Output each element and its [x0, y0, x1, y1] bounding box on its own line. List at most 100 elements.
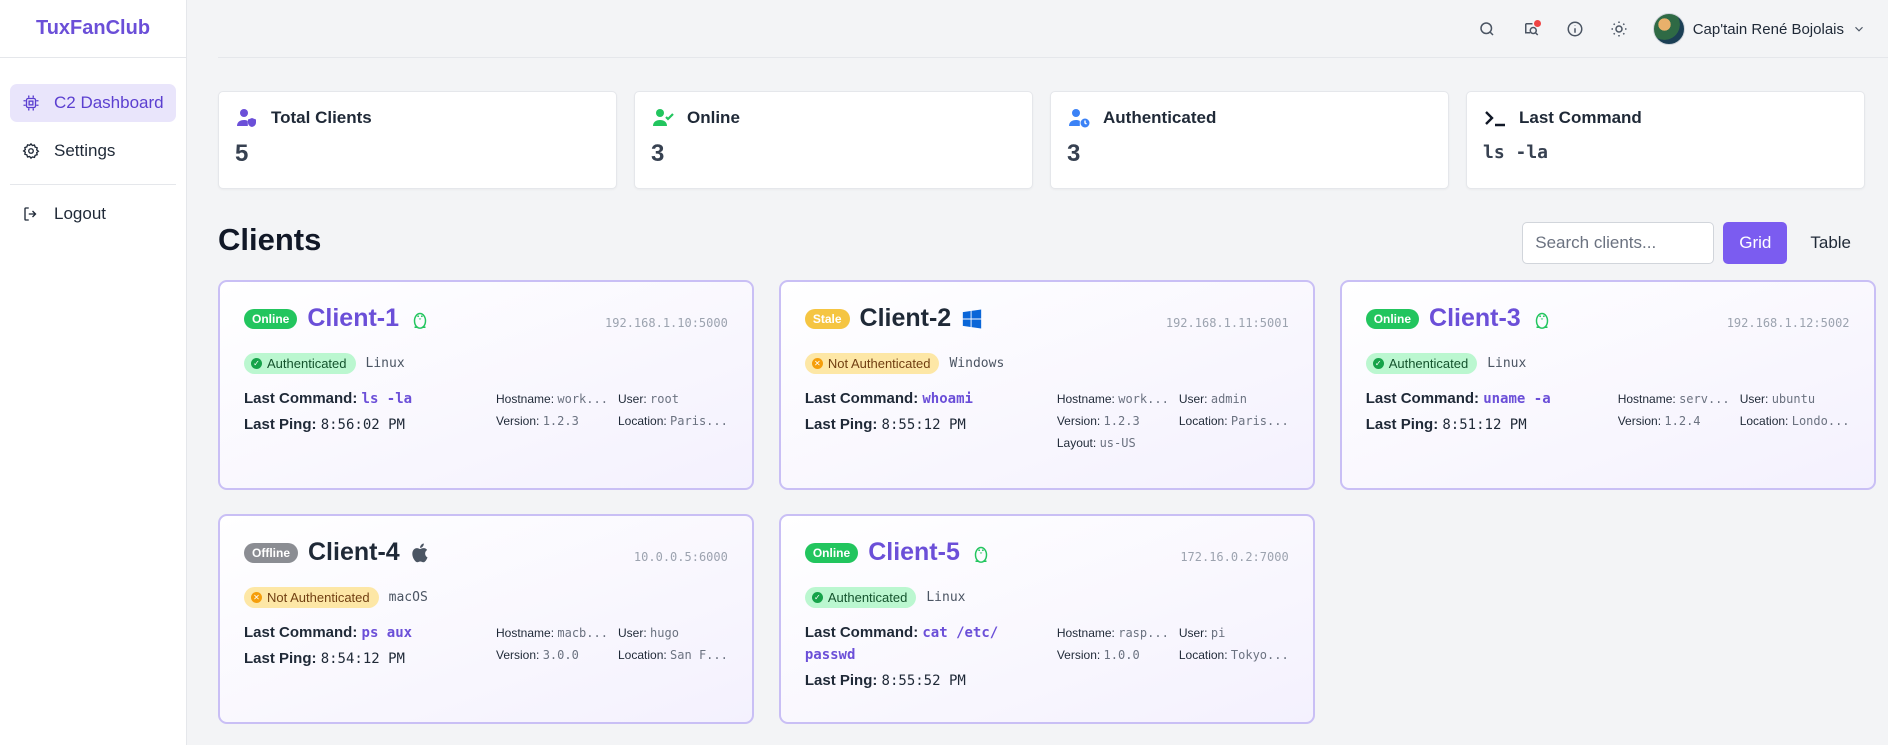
meta-label: User:	[1739, 392, 1769, 406]
client-user-info: User: hugo Location: San F...	[618, 622, 728, 674]
sidebar-item-settings[interactable]: Settings	[10, 132, 176, 170]
meta-label: Version:	[496, 648, 540, 662]
meta-value: Paris...	[670, 414, 728, 428]
meta-value: 1.2.3	[1103, 414, 1140, 428]
meta-value: Paris...	[1230, 414, 1289, 428]
os-label: Windows	[949, 356, 1005, 371]
auth-row: ✓ Authenticated Linux	[1365, 353, 1850, 374]
meta-value: work...	[557, 392, 608, 406]
client-name[interactable]: Client-2	[860, 304, 952, 333]
sidebar-divider	[10, 184, 176, 185]
client-details: Last Command: whoami Last Ping: 8:55:12 …	[805, 388, 1289, 454]
client-activity: Last Command: ps aux Last Ping: 8:54:12 …	[244, 622, 496, 674]
meta-label: User:	[618, 392, 647, 406]
client-details: Last Command: ps aux Last Ping: 8:54:12 …	[244, 622, 728, 674]
meta-label: Location:	[618, 648, 667, 662]
user-clock-icon	[1069, 109, 1090, 128]
client-details: Last Command: cat /etc/ passwd Last Ping…	[805, 622, 1289, 696]
chevron-down-icon	[1855, 26, 1863, 32]
auth-badge: ✕ Not Authenticated	[244, 587, 379, 608]
windows-icon	[963, 309, 982, 328]
sidebar-item-label: Logout	[54, 204, 106, 223]
meta-label: Location:	[1739, 414, 1789, 428]
auth-status-icon: ✕	[811, 358, 823, 369]
client-host-info: Hostname: work... Version: 1.2.3 Layout:…	[1057, 388, 1179, 454]
client-card[interactable]: Offline Client-4 10.0.0.5:6000 ✕ Not Auth…	[218, 514, 754, 724]
search-button[interactable]	[1465, 7, 1509, 51]
meta-label: Hostname:	[496, 626, 555, 640]
auth-row: ✕ Not Authenticated macOS	[244, 587, 728, 608]
client-card[interactable]: Online Client-1 192.168.1.10:5000 ✓ Authe…	[218, 280, 754, 490]
client-user-info: User: admin Location: Paris...	[1179, 388, 1289, 454]
client-host-info: Hostname: rasp... Version: 1.0.0	[1057, 622, 1179, 696]
meta-value: hugo	[650, 626, 679, 640]
search-input[interactable]	[1522, 222, 1715, 264]
auth-row: ✓ Authenticated Linux	[244, 353, 728, 374]
brand-logo[interactable]: TuxFanClub	[0, 0, 186, 58]
client-version: Version: 1.2.3	[496, 410, 618, 432]
info-icon	[1567, 21, 1583, 37]
chip-icon	[23, 95, 39, 111]
top-bar: Cap'tain René Bojolais	[218, 0, 1888, 58]
user-check-icon	[653, 109, 674, 126]
sidebar-item-logout[interactable]: Logout	[10, 195, 176, 233]
kv-label: Last Command:	[1365, 390, 1480, 407]
meta-label: User:	[618, 626, 647, 640]
stat-value: 3	[651, 140, 665, 167]
meta-value: pi	[1210, 626, 1226, 640]
grid-view-button[interactable]: Grid	[1723, 222, 1788, 264]
last-ping: Last Ping: 8:55:52 PM	[805, 670, 1057, 692]
client-card[interactable]: Online Client-5 172.16.0.2:7000 ✓ Authent…	[778, 514, 1315, 724]
client-user-info: User: pi Location: Tokyo...	[1179, 622, 1289, 696]
client-card[interactable]: Online Client-3 192.168.1.12:5002 ✓ Authe…	[1339, 280, 1876, 490]
meta-label: Hostname:	[496, 392, 555, 406]
user-menu[interactable]: Cap'tain René Bojolais	[1652, 13, 1866, 45]
auth-badge: ✓ Authenticated	[804, 587, 917, 608]
meta-value: 3.0.0	[542, 648, 579, 662]
meta-value: root	[650, 392, 679, 406]
meta-value: us-US	[1099, 436, 1136, 450]
stat-label: Last Command	[1519, 108, 1642, 127]
client-activity: Last Command: ls -la Last Ping: 8:56:02 …	[244, 388, 496, 440]
client-user: User: root	[618, 388, 728, 410]
client-name[interactable]: Client-5	[868, 538, 960, 567]
client-hostname: Hostname: work...	[496, 388, 618, 410]
client-name[interactable]: Client-4	[308, 538, 400, 567]
user-name: Cap'tain René Bojolais	[1692, 20, 1844, 38]
meta-label: Version:	[1617, 414, 1662, 428]
kv-label: Last Ping:	[244, 650, 317, 667]
last-command: Last Command: ls -la	[244, 388, 496, 410]
os-label: Linux	[926, 590, 966, 605]
meta-label: Hostname:	[1617, 392, 1676, 406]
last-command: Last Command: whoami	[805, 388, 1057, 410]
info-button[interactable]	[1553, 7, 1597, 51]
stat-card-authenticated: Authenticated 3	[1050, 91, 1449, 189]
client-name[interactable]: Client-3	[1429, 304, 1521, 333]
clients-title: Clients	[218, 222, 322, 257]
meta-label: Layout:	[1056, 436, 1097, 450]
gear-icon	[22, 142, 40, 160]
apple-icon	[412, 543, 428, 562]
auth-status-icon: ✓	[1372, 358, 1384, 369]
status-badge: Stale	[804, 308, 850, 329]
stat-label: Authenticated	[1103, 108, 1217, 127]
sidebar-item-c2-dashboard[interactable]: C2 Dashboard	[10, 84, 176, 122]
notifications-button[interactable]	[1509, 7, 1553, 51]
client-hostname: Hostname: macb...	[496, 622, 618, 644]
sidebar-nav: C2 Dashboard Settings Logout	[0, 84, 186, 233]
theme-toggle-button[interactable]	[1597, 7, 1641, 51]
last-ping: Last Ping: 8:51:12 PM	[1366, 414, 1618, 436]
kv-label: Last Ping:	[1365, 416, 1439, 433]
meta-label: Location:	[1178, 414, 1228, 428]
meta-value: Tokyo...	[1230, 648, 1289, 662]
last-ping: Last Ping: 8:55:12 PM	[805, 414, 1057, 436]
meta-value: 1.2.4	[1664, 414, 1701, 428]
client-location: Location: San F...	[618, 644, 728, 666]
os-label: Linux	[1487, 356, 1527, 371]
client-name[interactable]: Client-1	[307, 304, 399, 333]
stat-card-online: Online 3	[634, 91, 1033, 189]
last-command-value: ls -la	[361, 391, 413, 407]
client-card[interactable]: Stale Client-2 192.168.1.11:5001 ✕ Not Au…	[778, 280, 1315, 490]
os-label: macOS	[388, 590, 428, 605]
table-view-button[interactable]: Table	[1796, 222, 1865, 264]
